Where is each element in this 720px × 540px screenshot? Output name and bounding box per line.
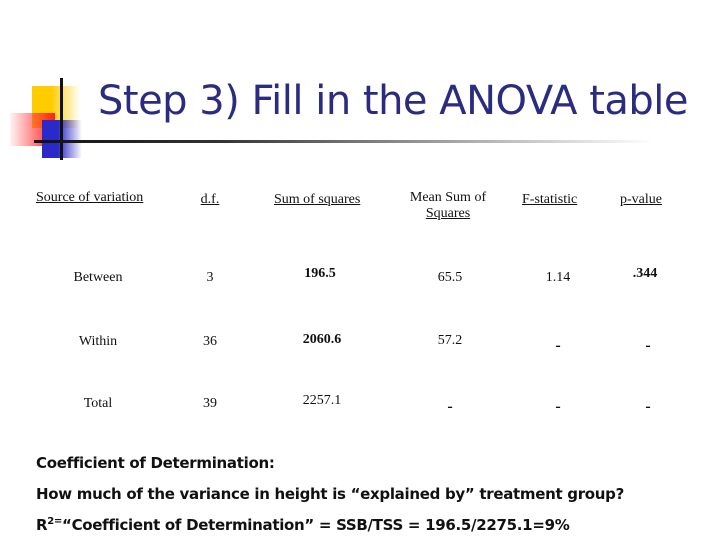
header-p-value: p-value	[620, 192, 662, 207]
row-ss: 2060.6	[302, 332, 342, 347]
header-mean-sum-of-squares: Mean Sum of Squares	[398, 190, 498, 222]
slide-title: Step 3) Fill in the ANOVA table	[98, 78, 689, 124]
header-source: Source of variation	[36, 190, 144, 205]
r-superscript: 2=	[47, 516, 63, 527]
header-sum-of-squares: Sum of squares	[274, 192, 361, 207]
row-ss: 2257.1	[302, 393, 342, 408]
row-source: Total	[83, 396, 113, 411]
variance-question: How much of the variance in height is “e…	[36, 485, 625, 503]
row-f: -	[555, 398, 561, 415]
r-squared-formula: R2=“Coefficient of Determination” = SSB/…	[36, 516, 570, 534]
row-ms: -	[447, 398, 453, 415]
row-source: Within	[78, 334, 118, 349]
row-p: -	[645, 337, 651, 354]
row-ms: 65.5	[437, 270, 463, 285]
header-ms-line2: Squares	[425, 206, 471, 221]
row-ss: 196.5	[304, 266, 336, 281]
coefficient-heading: Coefficient of Determination:	[36, 454, 275, 472]
title-underline-rule	[34, 140, 654, 143]
row-f: 1.14	[545, 270, 571, 285]
r-symbol: R	[36, 516, 48, 534]
header-ms-line1: Mean Sum of	[409, 190, 487, 205]
r-squared-expression: “Coefficient of Determination” = SSB/TSS…	[62, 516, 570, 534]
header-f-statistic: F-statistic	[522, 192, 578, 207]
row-source: Between	[73, 270, 123, 285]
row-ms: 57.2	[437, 333, 463, 348]
row-p: .344	[632, 266, 658, 281]
row-df: 36	[203, 334, 217, 349]
header-df: d.f.	[200, 192, 220, 207]
vertical-rule	[60, 78, 63, 160]
row-df: 3	[206, 270, 214, 285]
row-f: -	[555, 337, 561, 354]
row-p: -	[645, 398, 651, 415]
row-df: 39	[203, 396, 217, 411]
